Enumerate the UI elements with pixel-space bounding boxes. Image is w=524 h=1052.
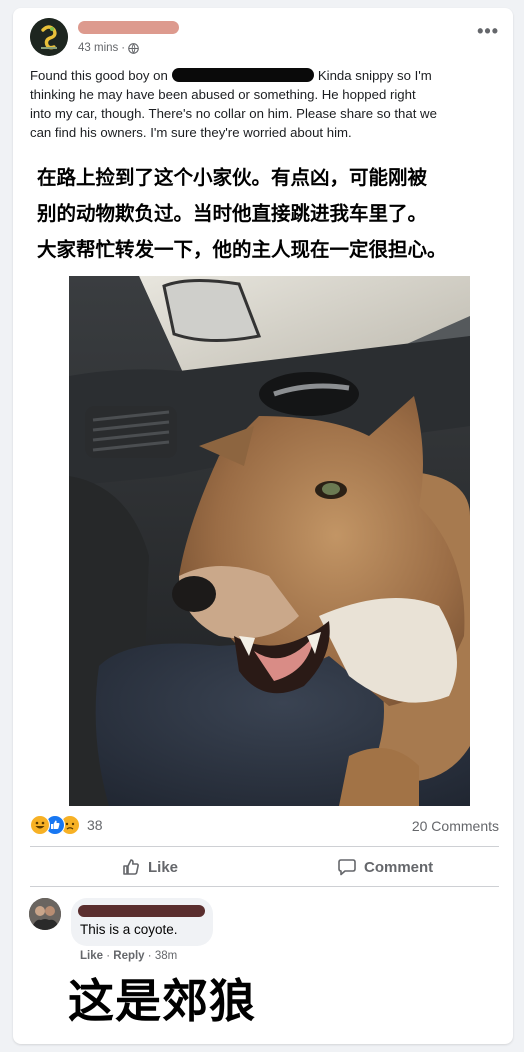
comment-chinese-caption: 这是郊狼	[68, 974, 256, 1028]
location-redaction	[171, 68, 314, 82]
globe-icon	[128, 42, 139, 54]
like-button-label: Like	[148, 858, 179, 876]
meta-separator: ·	[121, 42, 126, 54]
post-meta: 43 mins ·	[78, 42, 139, 54]
post-text-line-1b: Kinda snippy so I'm	[317, 68, 432, 83]
thumbs-up-icon	[123, 859, 139, 875]
post-text-line-3: into my car, though. There's no collar o…	[30, 106, 437, 121]
comment-text: This is a coyote.	[80, 922, 178, 937]
comment-like-link[interactable]: Like	[80, 950, 103, 962]
haha-icon	[30, 815, 50, 835]
chinese-caption-line-1: 在路上捡到了这个小家伙。有点凶，可能刚被	[37, 166, 428, 189]
comment-bubble: This is a coyote.	[71, 898, 213, 946]
reaction-count[interactable]: 38	[87, 817, 103, 833]
comments-count[interactable]: 20 Comments	[412, 818, 499, 834]
post-text-line-2: thinking he may have been abused or some…	[30, 87, 416, 102]
commenter-name-redaction[interactable]	[78, 905, 205, 917]
comment-actions-sep-1: ·	[106, 950, 111, 962]
comment-button-label: Comment	[364, 858, 434, 876]
comment-reply-link[interactable]: Reply	[113, 950, 144, 962]
more-horizontal-icon[interactable]: •••	[477, 22, 499, 40]
like-button[interactable]: Like	[121, 857, 178, 877]
comment-time[interactable]: 38m	[155, 950, 177, 962]
post-body: Found this good boy on Kinda snippy so I'…	[30, 66, 500, 142]
page-name-redaction[interactable]	[78, 21, 179, 34]
chinese-caption-line-3: 大家帮忙转发一下，他的主人现在一定很担心。	[37, 238, 447, 261]
divider-top	[30, 846, 499, 847]
chinese-caption-line-2: 别的动物欺负过。当时他直接跳进我车里了。	[37, 202, 428, 225]
post-text-line-4: can find his owners. I'm sure they're wo…	[30, 125, 352, 140]
post-card: 43 mins · ••• Found this good boy on Kind…	[13, 8, 513, 1044]
commenter-avatar[interactable]	[29, 898, 61, 930]
divider-bottom	[30, 886, 499, 887]
chinese-caption: 在路上捡到了这个小家伙。有点凶，可能刚被 别的动物欺负过。当时他直接跳进我车里了…	[37, 160, 507, 268]
comment-bubble-icon	[338, 859, 356, 876]
post-time[interactable]: 43 mins	[78, 42, 118, 54]
reactions-summary[interactable]: 38	[30, 815, 103, 835]
comment-button[interactable]: Comment	[337, 857, 433, 877]
page-avatar[interactable]	[30, 18, 68, 56]
comment-actions: Like · Reply · 38m	[80, 950, 177, 962]
comment-actions-sep-2: ·	[147, 950, 152, 962]
post-photo[interactable]	[69, 276, 470, 806]
post-text-line-1a: Found this good boy on	[30, 68, 168, 83]
